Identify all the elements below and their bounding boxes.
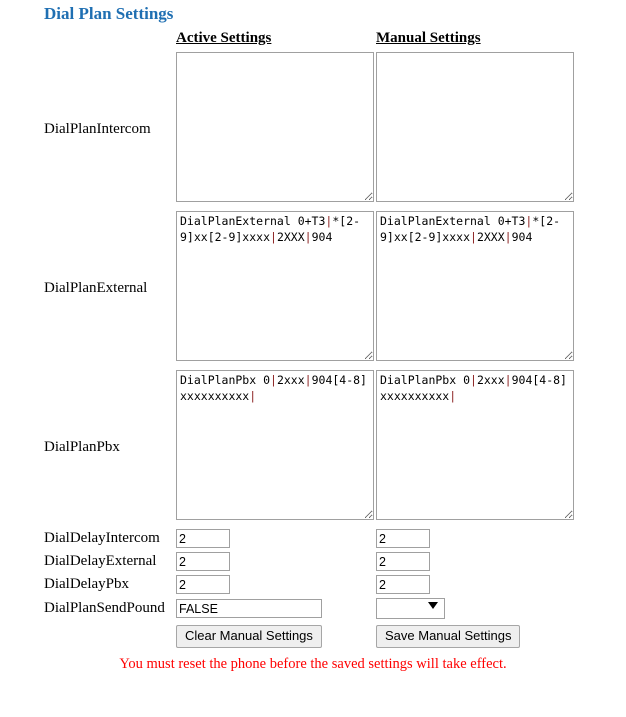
cell-manual-dialdelayexternal [376,550,576,573]
column-header-row: Active Settings Manual Settings [0,24,576,50]
select-manual-dialplansendpound[interactable] [376,598,445,619]
textarea-wrap-manual-dialplanpbx: DialPlanPbx 0|2xxx|904[4-8]xxxxxxxxxx| [376,368,574,522]
row-label-dialdelayintercom: DialDelayIntercom [44,530,160,546]
cell-active-dialplansendpound [176,596,376,621]
column-header-manual: Manual Settings [376,30,481,46]
textarea-manual-dialplanexternal[interactable] [376,211,574,361]
textarea-manual-dialplanpbx[interactable] [376,370,574,520]
cell-active-dialdelayexternal [176,550,376,573]
row-dialplanpbx: DialPlanPbx DialPlanPbx 0|2xxx|904[4-8]x… [0,368,576,527]
input-active-dialplansendpound[interactable] [176,599,322,618]
textarea-active-dialplanpbx[interactable] [176,370,374,520]
row-dialplanexternal: DialPlanExternal DialPlanExternal 0+T3|*… [0,209,576,368]
cell-manual-dialdelaypbx [376,573,576,596]
cell-manual-dialplanpbx: DialPlanPbx 0|2xxx|904[4-8]xxxxxxxxxx| [376,368,576,527]
save-manual-settings-button[interactable]: Save Manual Settings [376,625,521,648]
row-label-dialplanpbx: DialPlanPbx [44,439,120,455]
row-dialplansendpound: DialPlanSendPound [0,596,576,621]
cell-clear-button: Clear Manual Settings [176,621,376,648]
cell-active-dialplanintercom [176,50,376,209]
row-dialdelayintercom: DialDelayIntercom [0,527,576,550]
select-wrap-dialplansendpound [376,596,445,621]
header-spacer-cell [0,24,176,50]
row-dialdelayexternal: DialDelayExternal [0,550,576,573]
textarea-manual-dialplanintercom[interactable] [376,52,574,202]
cell-manual-dialplanintercom [376,50,576,209]
textarea-wrap-manual-dialplanexternal: DialPlanExternal 0+T3|*[2-9]xx[2-9]xxxx|… [376,209,574,363]
header-spacer [44,24,176,50]
input-manual-dialdelayexternal[interactable] [376,552,430,571]
dial-plan-settings-table: Active Settings Manual Settings DialPlan… [0,24,576,648]
cell-active-dialdelaypbx [176,573,376,596]
textarea-wrap-active-dialplanpbx: DialPlanPbx 0|2xxx|904[4-8]xxxxxxxxxx| [176,368,374,522]
textarea-wrap-active-dialplanintercom [176,50,374,204]
cell-save-button: Save Manual Settings [376,621,576,648]
row-dialplanintercom: DialPlanIntercom [0,50,576,209]
dial-plan-table-body: Active Settings Manual Settings DialPlan… [0,24,576,648]
textarea-active-dialplanexternal[interactable] [176,211,374,361]
cell-manual-dialplansendpound [376,596,576,621]
row-label-dialdelayexternal: DialDelayExternal [44,553,157,569]
input-active-dialdelaypbx[interactable] [176,575,230,594]
input-active-dialdelayexternal[interactable] [176,552,230,571]
textarea-wrap-manual-dialplanintercom [376,50,574,204]
cell-buttons-spacer [0,621,176,648]
row-label-dialplanintercom: DialPlanIntercom [44,121,151,137]
cell-active-dialplanexternal: DialPlanExternal 0+T3|*[2-9]xx[2-9]xxxx|… [176,209,376,368]
row-label-dialdelaypbx: DialDelayPbx [44,576,129,592]
row-label-dialplansendpound: DialPlanSendPound [44,600,165,616]
input-manual-dialdelayintercom[interactable] [376,529,430,548]
reset-required-notice: You must reset the phone before the save… [119,656,507,672]
clear-manual-settings-button[interactable]: Clear Manual Settings [176,625,322,648]
input-manual-dialdelaypbx[interactable] [376,575,430,594]
cell-active-dialplanpbx: DialPlanPbx 0|2xxx|904[4-8]xxxxxxxxxx| [176,368,376,527]
page-title: Dial Plan Settings [44,4,174,23]
cell-manual-dialdelayintercom [376,527,576,550]
textarea-active-dialplanintercom[interactable] [176,52,374,202]
cell-active-dialdelayintercom [176,527,376,550]
cell-manual-dialplanexternal: DialPlanExternal 0+T3|*[2-9]xx[2-9]xxxx|… [376,209,576,368]
row-action-buttons: Clear Manual Settings Save Manual Settin… [0,621,576,648]
input-active-dialdelayintercom[interactable] [176,529,230,548]
row-label-dialplanexternal: DialPlanExternal [44,280,148,296]
column-header-active: Active Settings [176,30,272,46]
textarea-wrap-active-dialplanexternal: DialPlanExternal 0+T3|*[2-9]xx[2-9]xxxx|… [176,209,374,363]
row-dialdelaypbx: DialDelayPbx [0,573,576,596]
